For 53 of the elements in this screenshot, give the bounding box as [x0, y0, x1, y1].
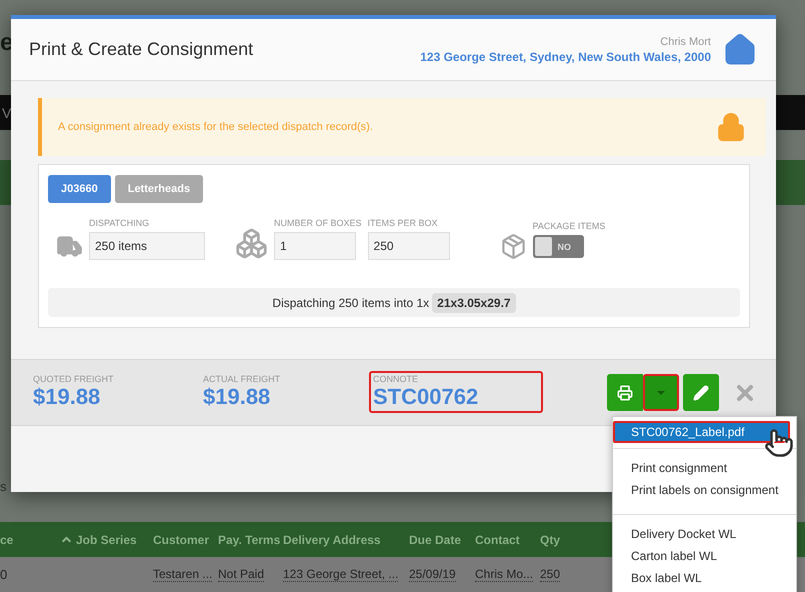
table-cell: 250 — [540, 567, 560, 582]
edit-button[interactable] — [683, 374, 719, 411]
job-tab[interactable]: Letterheads — [114, 175, 204, 203]
pencil-icon — [693, 384, 709, 400]
boxes-icon — [235, 227, 268, 260]
alert-text: A consignment already exists for the selected dispatch record(s). — [58, 121, 373, 133]
table-cell: Testaren ... — [153, 567, 212, 582]
column-header[interactable]: Customer — [153, 532, 218, 546]
column-header[interactable]: Qty — [540, 532, 608, 546]
table-cell: 25/09/19 — [409, 567, 456, 582]
input-field[interactable]: 250 — [368, 232, 450, 260]
filter-text: s — [0, 479, 6, 494]
table-cell: 123 George Street, ... — [283, 567, 398, 582]
menu-item[interactable]: Print labels on consignment — [613, 479, 790, 501]
summary-text: Dispatching 250 items into 1x — [272, 296, 430, 310]
freight-label: CONNOTE — [373, 374, 419, 384]
table-cell-text: 0 — [0, 567, 8, 582]
freight-label: QUOTED FREIGHT — [33, 374, 114, 384]
table-cell: Chris Mo... — [475, 567, 534, 582]
freight-label: ACTUAL FREIGHT — [203, 374, 282, 384]
printer-icon — [617, 384, 633, 400]
column-header[interactable]: Job Series — [45, 532, 153, 546]
job-tab[interactable]: J03660 — [48, 175, 111, 203]
field-label: PACKAGE ITEMS — [532, 221, 606, 231]
column-header[interactable]: Due Date — [409, 532, 475, 546]
freight-value: $19.88 — [33, 384, 102, 410]
column-header[interactable]: Contact — [475, 532, 540, 546]
freight-value: STC00762 — [373, 384, 480, 410]
field-label: NUMBER OF BOXES — [274, 218, 362, 228]
column-header[interactable]: Pay. Terms — [218, 532, 283, 546]
toggle-switch[interactable]: NO — [532, 235, 584, 258]
menu-item[interactable]: Carton label WL — [613, 545, 790, 567]
nav-text: V — [2, 104, 12, 120]
user-name: Chris Mort — [660, 36, 711, 48]
menu-item[interactable]: Print consignment — [613, 457, 790, 479]
field-label: DISPATCHING — [89, 218, 150, 228]
menu-item[interactable]: Box label WL — [613, 567, 790, 589]
input-field[interactable]: 250 items — [89, 232, 205, 260]
table-cell: Not Paid — [218, 567, 264, 582]
package-icon — [500, 233, 527, 260]
input-field[interactable]: 1 — [274, 232, 356, 260]
dialog-title: Print & Create Consignment — [29, 39, 254, 60]
field-label: ITEMS PER BOX — [368, 218, 439, 228]
pointer-cursor-icon — [764, 428, 794, 458]
size-tag: 21x3.05x29.7 — [432, 292, 516, 312]
column-header[interactable]: Delivery Address — [283, 532, 409, 546]
column-header[interactable]: ce — [0, 532, 45, 546]
home-icon — [723, 32, 757, 66]
menu-item[interactable]: Delivery Docket WL — [613, 523, 790, 545]
menu-item[interactable]: STC00762_Label.pdf — [613, 421, 790, 443]
print-button[interactable] — [607, 374, 643, 411]
address-text: 123 George Street, Sydney, New South Wales, 2000 — [420, 50, 711, 64]
freight-value: $19.88 — [203, 384, 272, 410]
